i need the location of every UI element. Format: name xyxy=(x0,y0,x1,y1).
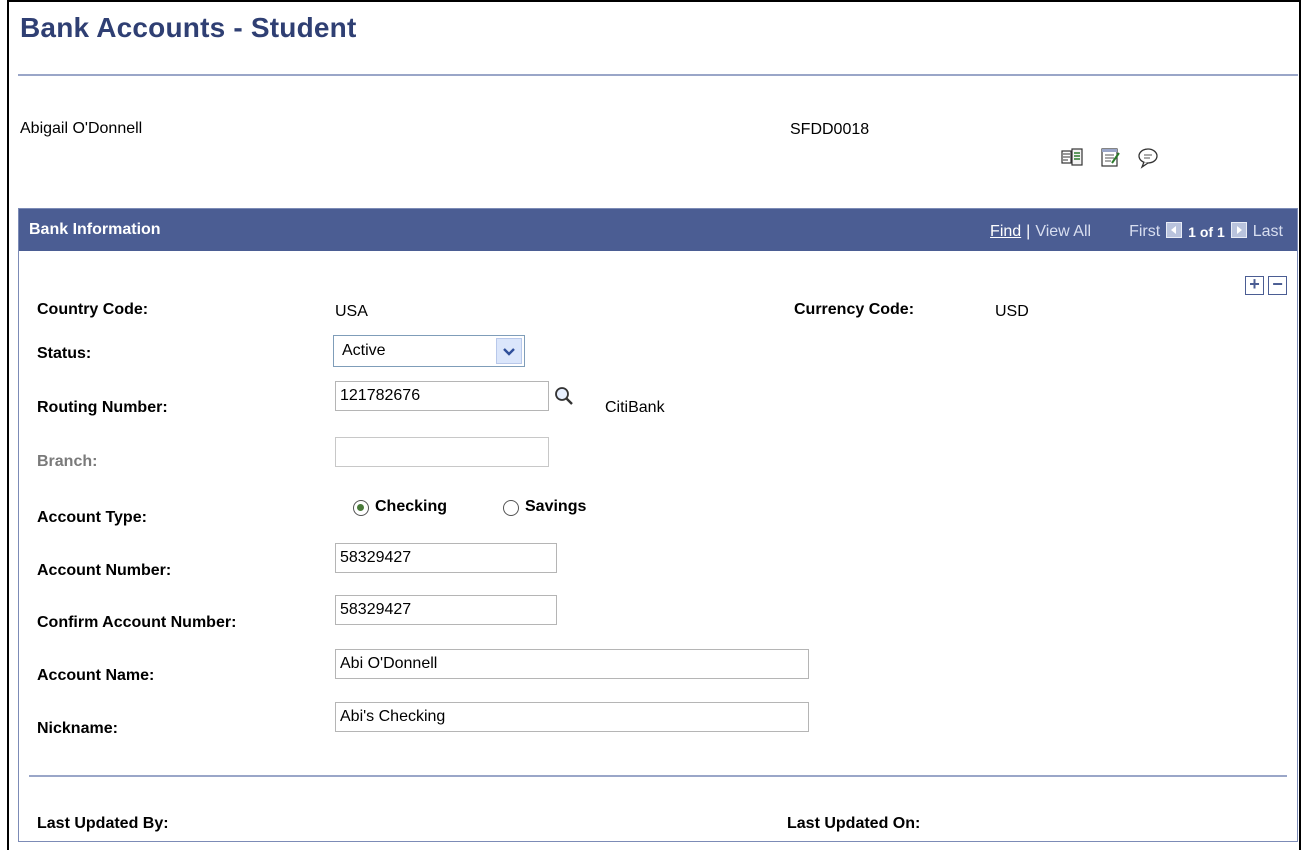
search-icon[interactable] xyxy=(553,385,575,407)
savings-radio[interactable] xyxy=(503,500,519,516)
row-action-buttons: + − xyxy=(1245,275,1287,295)
account-name-label: Account Name: xyxy=(37,667,155,684)
last-link[interactable]: Last xyxy=(1253,223,1283,241)
section-divider xyxy=(29,775,1287,777)
delete-row-button[interactable]: − xyxy=(1268,275,1287,295)
account-number-label: Account Number: xyxy=(37,562,172,579)
row-pager: 1 of 1 xyxy=(1188,224,1225,240)
student-id: SFDD0018 xyxy=(790,121,870,138)
country-code-value: USA xyxy=(335,303,368,320)
chevron-down-icon[interactable] xyxy=(496,338,522,364)
toolbar-icons xyxy=(1060,145,1160,169)
comments-icon[interactable] xyxy=(1136,145,1160,169)
account-name-input[interactable]: Abi O'Donnell xyxy=(335,649,809,679)
previous-row-icon[interactable] xyxy=(1166,222,1183,238)
page-title: Bank Accounts - Student xyxy=(20,12,357,43)
branch-label: Branch: xyxy=(37,453,98,470)
last-updated-by-label: Last Updated By: xyxy=(37,815,169,832)
status-label: Status: xyxy=(37,345,92,362)
nickname-label: Nickname: xyxy=(37,720,118,737)
savings-option-label[interactable]: Savings xyxy=(525,498,586,516)
nav-separator: | xyxy=(1026,223,1031,240)
last-updated-on-label: Last Updated On: xyxy=(787,815,921,832)
panel-title: Bank Information xyxy=(29,221,161,238)
country-code-label: Country Code: xyxy=(37,301,149,318)
checking-option-label[interactable]: Checking xyxy=(375,498,447,516)
bank-name: CitiBank xyxy=(605,399,665,416)
row-navigation: Find | View All First 1 of 1 Last xyxy=(990,222,1283,241)
student-name: Abigail O'Donnell xyxy=(20,120,143,137)
nickname-input[interactable]: Abi's Checking xyxy=(335,702,809,732)
checking-radio[interactable] xyxy=(353,500,369,516)
status-select[interactable]: Active xyxy=(333,335,525,367)
next-row-icon[interactable] xyxy=(1230,222,1247,238)
first-link[interactable]: First xyxy=(1129,223,1160,241)
add-row-button[interactable]: + xyxy=(1245,275,1264,295)
view-all-link[interactable]: View All xyxy=(1035,223,1091,241)
routing-number-label: Routing Number: xyxy=(37,399,168,416)
panel-header: Bank Information Find | View All First 1… xyxy=(19,209,1297,251)
confirm-account-number-input[interactable]: 58329427 xyxy=(335,595,557,625)
routing-number-input[interactable]: 121782676 xyxy=(335,381,549,411)
title-divider xyxy=(18,74,1298,76)
account-number-input[interactable]: 58329427 xyxy=(335,543,557,573)
notepad-icon[interactable] xyxy=(1098,145,1122,169)
account-type-label: Account Type: xyxy=(37,509,147,526)
currency-code-label: Currency Code: xyxy=(794,301,915,318)
status-value: Active xyxy=(342,342,386,359)
currency-code-value: USD xyxy=(995,303,1029,320)
find-link[interactable]: Find xyxy=(990,223,1021,241)
bank-information-panel: Bank Information Find | View All First 1… xyxy=(18,208,1298,842)
reports-icon[interactable] xyxy=(1060,145,1084,169)
branch-input xyxy=(335,437,549,467)
confirm-account-number-label: Confirm Account Number: xyxy=(37,614,237,631)
